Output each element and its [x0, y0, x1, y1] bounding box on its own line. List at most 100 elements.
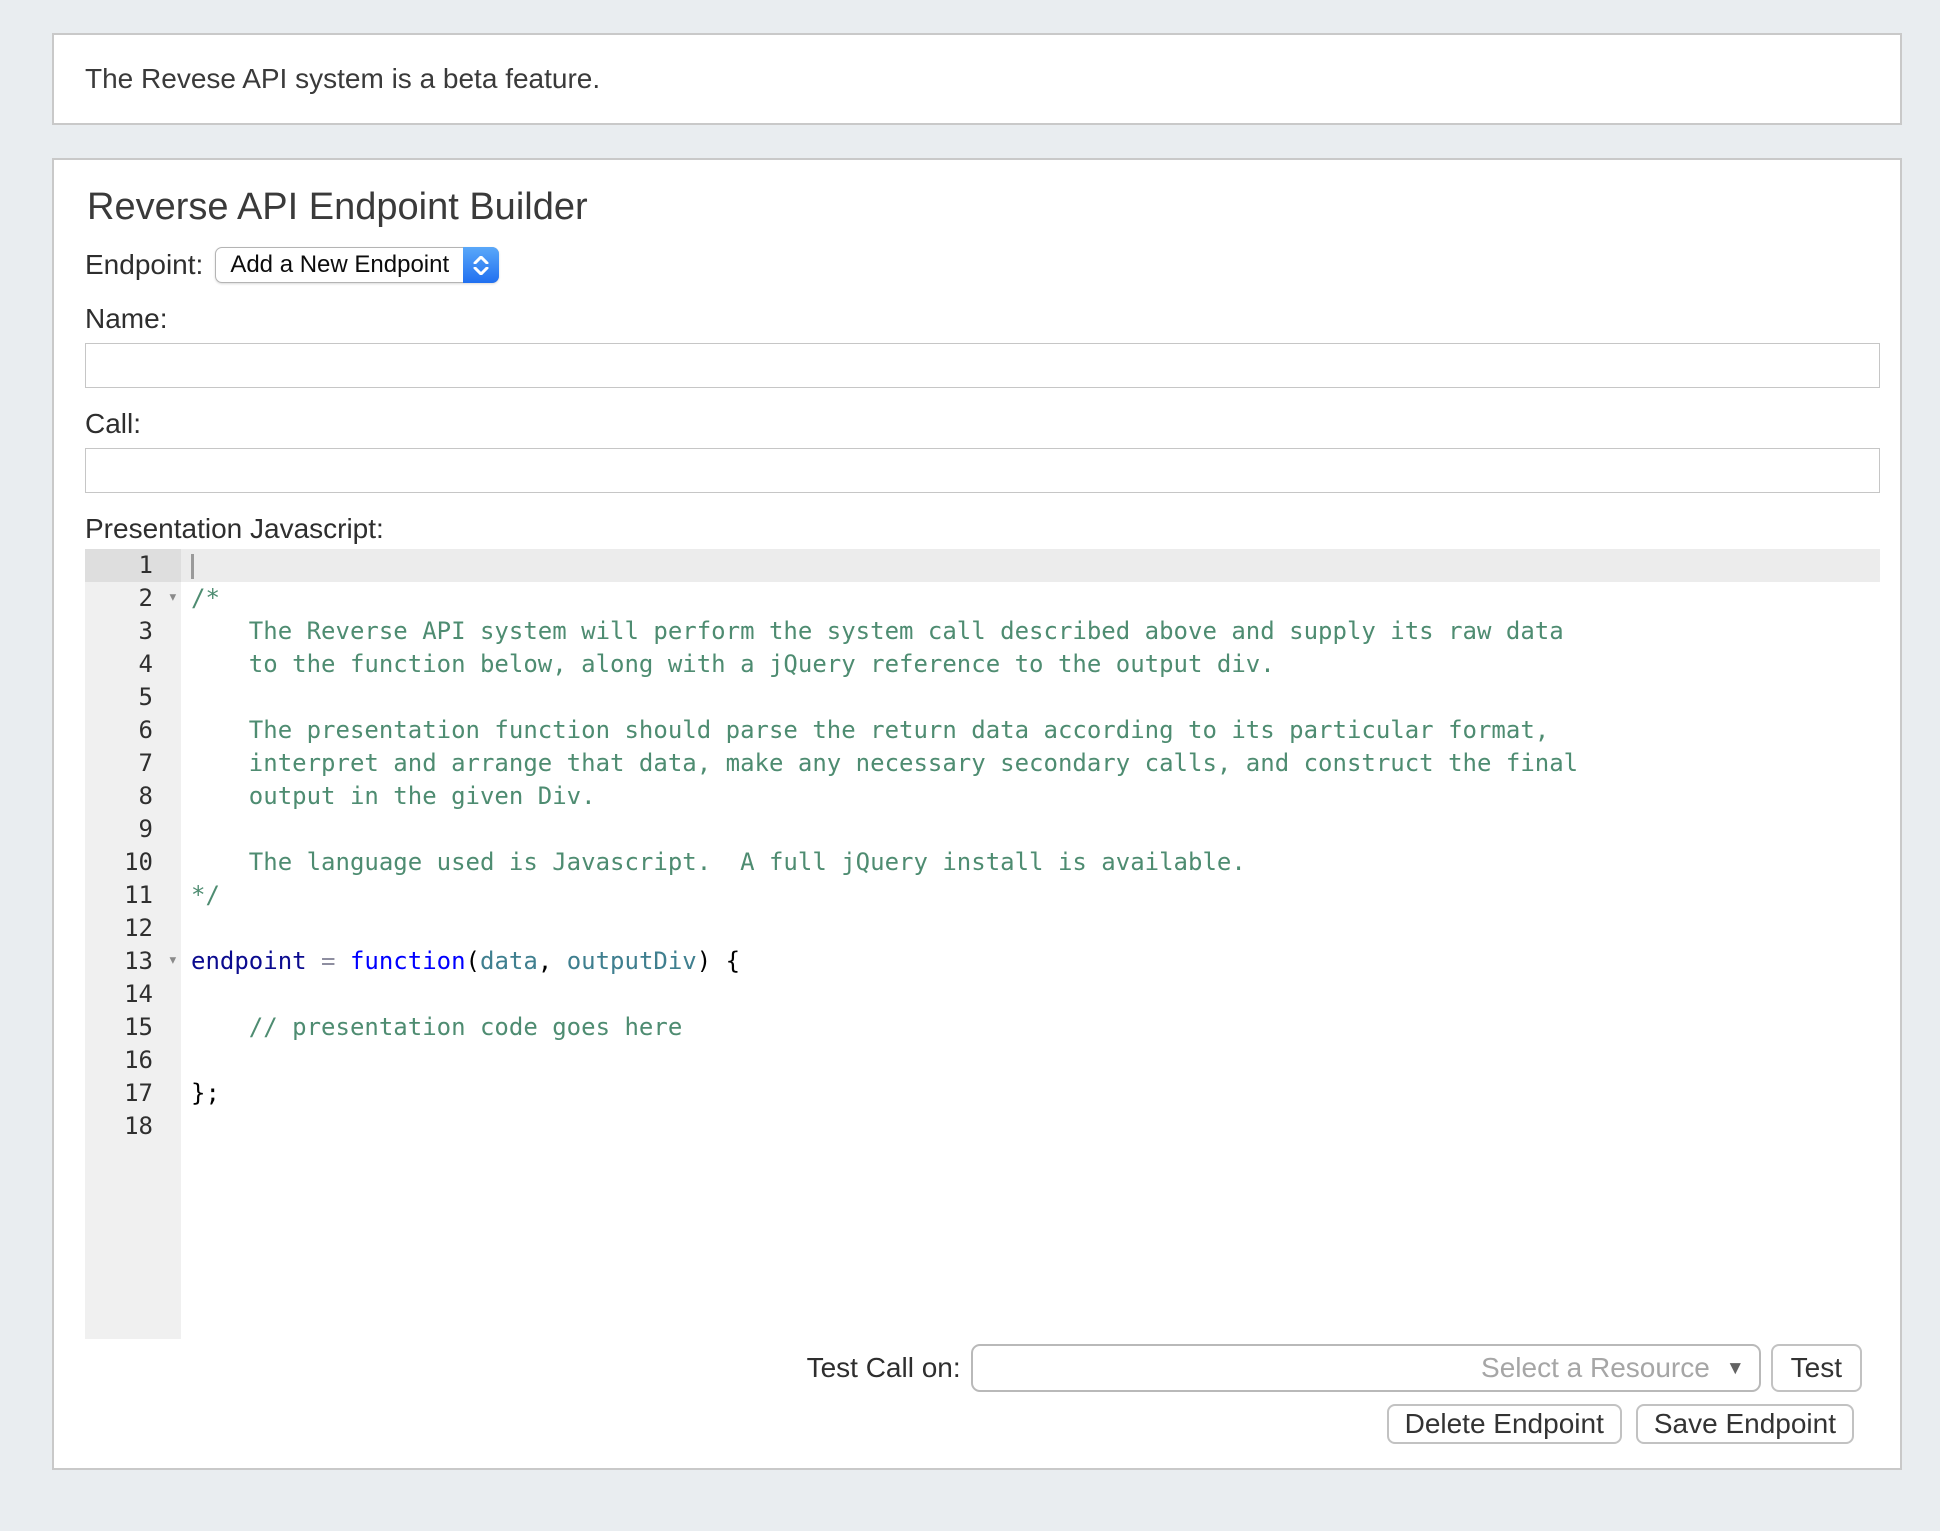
- code-line-content: The language used is Javascript. A full …: [181, 846, 1880, 879]
- token-comment: The presentation function should parse t…: [191, 716, 1549, 744]
- code-line-content: The presentation function should parse t…: [181, 714, 1880, 747]
- code-line[interactable]: 11 */: [85, 879, 1880, 912]
- code-line[interactable]: 9: [85, 813, 1880, 846]
- line-number: 17: [85, 1077, 181, 1110]
- code-line[interactable]: 16: [85, 1044, 1880, 1077]
- line-number: 12: [85, 912, 181, 945]
- name-input[interactable]: [85, 343, 1880, 388]
- token-plain: ,: [538, 947, 567, 975]
- line-number: 7: [85, 747, 181, 780]
- code-line[interactable]: 17};: [85, 1077, 1880, 1110]
- line-number: 6: [85, 714, 181, 747]
- token-plain: ) {: [697, 947, 740, 975]
- token-comment: The language used is Javascript. A full …: [191, 848, 1246, 876]
- token-plain: [336, 947, 350, 975]
- code-line[interactable]: 12: [85, 912, 1880, 945]
- code-line-content: /*: [181, 582, 1880, 615]
- code-line-content: [181, 978, 1880, 1011]
- code-line[interactable]: 6 The presentation function should parse…: [85, 714, 1880, 747]
- line-number: 10: [85, 846, 181, 879]
- line-number: 11: [85, 879, 181, 912]
- resource-placeholder: Select a Resource: [1481, 1352, 1710, 1384]
- code-line-content: [181, 681, 1880, 714]
- line-number: 18: [85, 1110, 181, 1143]
- delete-endpoint-button[interactable]: Delete Endpoint: [1387, 1404, 1622, 1444]
- line-number: 4: [85, 648, 181, 681]
- line-number: 5: [85, 681, 181, 714]
- token-plain: (: [466, 947, 480, 975]
- save-endpoint-button[interactable]: Save Endpoint: [1636, 1404, 1854, 1444]
- code-line-content: // presentation code goes here: [181, 1011, 1880, 1044]
- resource-combobox[interactable]: Select a Resource ▼: [971, 1344, 1761, 1392]
- page-title: Reverse API Endpoint Builder: [87, 186, 1880, 229]
- endpoint-builder-panel: Reverse API Endpoint Builder Endpoint: A…: [52, 158, 1902, 1470]
- text-cursor: [191, 554, 194, 579]
- code-line-content: output in the given Div.: [181, 780, 1880, 813]
- code-line[interactable]: 13▾endpoint = function(data, outputDiv) …: [85, 945, 1880, 978]
- code-line-content: The Reverse API system will perform the …: [181, 615, 1880, 648]
- code-line[interactable]: 7 interpret and arrange that data, make …: [85, 747, 1880, 780]
- test-button[interactable]: Test: [1771, 1344, 1862, 1392]
- token-operator: =: [321, 947, 335, 975]
- code-line[interactable]: 18: [85, 1110, 1880, 1143]
- token-comment: output in the given Div.: [191, 782, 596, 810]
- line-number: 9: [85, 813, 181, 846]
- code-line-content: */: [181, 879, 1880, 912]
- token-comment: The Reverse API system will perform the …: [191, 617, 1564, 645]
- line-number: 16: [85, 1044, 181, 1077]
- fold-arrow-icon[interactable]: ▾: [168, 581, 178, 614]
- call-label: Call:: [85, 408, 1880, 440]
- action-button-row: Delete Endpoint Save Endpoint: [85, 1404, 1854, 1444]
- select-stepper-icon: [463, 247, 499, 283]
- code-line[interactable]: 3 The Reverse API system will perform th…: [85, 615, 1880, 648]
- editor-lines: 12▾/*3 The Reverse API system will perfo…: [85, 549, 1880, 1143]
- token-keyword: function: [350, 947, 466, 975]
- code-line-content: interpret and arrange that data, make an…: [181, 747, 1880, 780]
- token-comment: to the function below, along with a jQue…: [191, 650, 1275, 678]
- call-input[interactable]: [85, 448, 1880, 493]
- token-param: outputDiv: [567, 947, 697, 975]
- line-number: 3: [85, 615, 181, 648]
- test-call-row: Test Call on: Select a Resource ▼ Test: [85, 1344, 1862, 1392]
- line-number: 2▾: [85, 582, 181, 615]
- name-label: Name:: [85, 303, 1880, 335]
- code-line[interactable]: 8 output in the given Div.: [85, 780, 1880, 813]
- code-line-content: [181, 1110, 1880, 1143]
- code-line[interactable]: 2▾ /*: [85, 582, 1880, 615]
- code-line[interactable]: 10 The language used is Javascript. A fu…: [85, 846, 1880, 879]
- endpoint-select[interactable]: Add a New Endpoint: [215, 247, 499, 283]
- code-line[interactable]: 15 // presentation code goes here: [85, 1011, 1880, 1044]
- code-line-content: endpoint = function(data, outputDiv) {: [181, 945, 1880, 978]
- token-entity: endpoint: [191, 947, 307, 975]
- beta-notice-banner: The Revese API system is a beta feature.: [52, 33, 1902, 125]
- fold-arrow-icon[interactable]: ▾: [168, 944, 178, 977]
- token-comment: interpret and arrange that data, make an…: [191, 749, 1578, 777]
- line-number: 13▾: [85, 945, 181, 978]
- presentation-javascript-label: Presentation Javascript:: [85, 513, 1880, 545]
- line-number: 15: [85, 1011, 181, 1044]
- code-line-content: [181, 813, 1880, 846]
- code-line[interactable]: 4 to the function below, along with a jQ…: [85, 648, 1880, 681]
- chevron-down-icon: [473, 267, 489, 275]
- code-line[interactable]: 1: [85, 549, 1880, 582]
- line-number: 14: [85, 978, 181, 1011]
- token-comment: // presentation code goes here: [191, 1013, 682, 1041]
- token-comment: */: [191, 881, 220, 909]
- token-comment: /*: [191, 584, 220, 612]
- token-plain: };: [191, 1079, 220, 1107]
- code-line-content: to the function below, along with a jQue…: [181, 648, 1880, 681]
- endpoint-label: Endpoint:: [85, 249, 203, 281]
- code-line[interactable]: 5: [85, 681, 1880, 714]
- token-plain: [307, 947, 321, 975]
- code-editor[interactable]: 12▾/*3 The Reverse API system will perfo…: [85, 549, 1880, 1339]
- combobox-dropdown-icon: ▼: [1726, 1359, 1745, 1378]
- token-param: data: [480, 947, 538, 975]
- line-number: 8: [85, 780, 181, 813]
- code-line-content: [181, 1044, 1880, 1077]
- code-line-content: [181, 912, 1880, 945]
- endpoint-row: Endpoint: Add a New Endpoint: [85, 247, 1880, 283]
- test-call-label: Test Call on:: [807, 1352, 961, 1384]
- code-line-content: [181, 549, 1880, 582]
- code-line[interactable]: 14: [85, 978, 1880, 1011]
- line-number: 1: [85, 549, 181, 582]
